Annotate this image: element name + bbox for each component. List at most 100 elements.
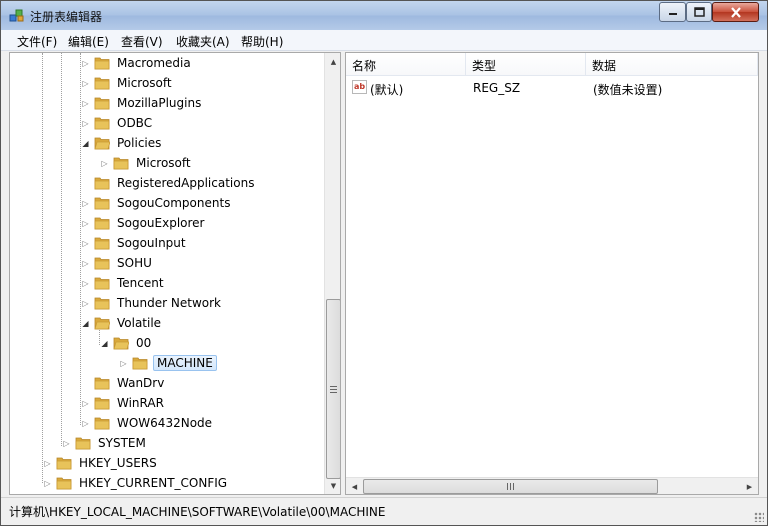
folder-icon bbox=[94, 177, 110, 190]
tree-item[interactable]: ▷ Thunder Network bbox=[80, 293, 223, 313]
registry-tree-pane[interactable]: ▷ Macromedia ▷ Microsoft ▷ MozillaPlugins ▷ ODB… bbox=[9, 52, 341, 495]
value-row[interactable]: ab (默认) REG_SZ (数值未设置) bbox=[346, 77, 758, 99]
menu-favorites[interactable]: 收藏夹(A) bbox=[176, 33, 230, 50]
menu-file[interactable]: 文件(F) bbox=[17, 33, 57, 50]
tree-item[interactable]: ▷ Microsoft bbox=[99, 153, 193, 173]
registry-values-pane[interactable]: 名称 类型 数据 ab (默认) REG_SZ (数值未设置) ◀ ▶ bbox=[345, 52, 759, 495]
tree-item[interactable]: ▷ Microsoft bbox=[80, 73, 174, 93]
collapse-arrow-icon[interactable]: ◢ bbox=[80, 318, 91, 329]
resize-grip-icon[interactable] bbox=[754, 512, 764, 522]
folder-icon bbox=[94, 377, 110, 390]
menu-view[interactable]: 查看(V) bbox=[121, 33, 163, 50]
value-data: (数值未设置) bbox=[593, 83, 663, 97]
tree-item[interactable]: ▷ WinRAR bbox=[80, 393, 166, 413]
tree-item[interactable]: ▷ SogouInput bbox=[80, 233, 188, 253]
status-bar: 计算机\HKEY_LOCAL_MACHINE\SOFTWARE\Volatile… bbox=[1, 497, 767, 525]
expand-arrow-icon[interactable]: ▷ bbox=[80, 278, 91, 289]
tree-item-label: SYSTEM bbox=[98, 436, 146, 450]
tree-item-label: MozillaPlugins bbox=[117, 96, 202, 110]
folder-icon bbox=[94, 397, 110, 410]
close-icon bbox=[730, 6, 741, 18]
column-header-name[interactable]: 名称 bbox=[346, 53, 466, 76]
folder-icon bbox=[132, 357, 148, 370]
tree-item[interactable]: ◢ 00 bbox=[99, 333, 153, 353]
tree-item-label: RegisteredApplications bbox=[117, 176, 255, 190]
menu-bar: 文件(F) 编辑(E) 查看(V) 收藏夹(A) 帮助(H) bbox=[1, 30, 767, 51]
expand-arrow-icon[interactable]: ▷ bbox=[61, 438, 72, 449]
main-content: ▷ Macromedia ▷ Microsoft ▷ MozillaPlugins ▷ ODB… bbox=[1, 51, 767, 496]
tree-item[interactable]: ▷ SOHU bbox=[80, 253, 154, 273]
folder-icon bbox=[113, 157, 129, 170]
tree-item[interactable]: RegisteredApplications bbox=[80, 173, 256, 193]
expand-arrow-icon[interactable]: ▷ bbox=[42, 458, 53, 469]
column-header-data[interactable]: 数据 bbox=[586, 53, 758, 76]
close-button[interactable] bbox=[712, 2, 759, 22]
tree-item[interactable]: ▷ HKEY_CURRENT_CONFIG bbox=[42, 473, 229, 493]
tree-item-label: MACHINE bbox=[153, 355, 217, 371]
expand-arrow-icon[interactable]: ▷ bbox=[80, 238, 91, 249]
registry-editor-icon bbox=[9, 9, 24, 22]
folder-icon bbox=[94, 97, 110, 110]
folder-icon bbox=[113, 337, 129, 350]
values-horizontal-scrollbar[interactable]: ◀ ▶ bbox=[346, 477, 758, 494]
tree-item-label: WOW6432Node bbox=[117, 416, 213, 430]
expand-arrow-icon[interactable]: ▷ bbox=[80, 58, 91, 69]
tree-item[interactable]: ▷ WOW6432Node bbox=[80, 413, 214, 433]
tree-item[interactable]: WanDrv bbox=[80, 373, 166, 393]
expand-arrow-icon[interactable]: ▷ bbox=[80, 398, 91, 409]
tree-item[interactable]: ▷ ODBC bbox=[80, 113, 154, 133]
folder-icon bbox=[75, 437, 91, 450]
expand-arrow-icon[interactable]: ▷ bbox=[80, 418, 91, 429]
expand-arrow-icon[interactable]: ▷ bbox=[80, 198, 91, 209]
title-bar[interactable]: 注册表编辑器 bbox=[1, 1, 767, 30]
tree-item[interactable]: ▷ SogouComponents bbox=[80, 193, 232, 213]
column-header-type[interactable]: 类型 bbox=[466, 53, 586, 76]
tree-item-label: WanDrv bbox=[117, 376, 165, 390]
tree-item[interactable]: ▷ MozillaPlugins bbox=[80, 93, 203, 113]
menu-help[interactable]: 帮助(H) bbox=[241, 33, 283, 50]
scroll-left-arrow-icon[interactable]: ◀ bbox=[346, 478, 363, 494]
folder-icon bbox=[94, 217, 110, 230]
tree-item[interactable]: ▷ HKEY_USERS bbox=[42, 453, 159, 473]
tree-item-label: Policies bbox=[117, 136, 162, 150]
tree-item-label: Thunder Network bbox=[117, 296, 221, 310]
expand-arrow-icon[interactable]: ▷ bbox=[80, 218, 91, 229]
scroll-up-arrow-icon[interactable]: ▲ bbox=[325, 53, 340, 70]
expand-arrow-icon[interactable]: ▷ bbox=[118, 358, 129, 369]
tree-item[interactable]: ▷ MACHINE bbox=[118, 353, 217, 373]
scroll-down-arrow-icon[interactable]: ▼ bbox=[325, 477, 340, 494]
expand-arrow-icon[interactable]: ▷ bbox=[42, 478, 53, 489]
tree-vertical-scrollbar[interactable]: ▲ ▼ bbox=[324, 53, 340, 494]
tree-item[interactable]: ◢ Policies bbox=[80, 133, 163, 153]
scroll-right-arrow-icon[interactable]: ▶ bbox=[741, 478, 758, 494]
expand-arrow-icon[interactable]: ▷ bbox=[99, 158, 110, 169]
folder-icon bbox=[94, 117, 110, 130]
maximize-icon bbox=[693, 7, 705, 17]
tree-item[interactable]: ▷ Tencent bbox=[80, 273, 166, 293]
folder-icon bbox=[94, 197, 110, 210]
expand-arrow-icon[interactable]: ▷ bbox=[80, 98, 91, 109]
tree-item-label: ODBC bbox=[117, 116, 153, 130]
menu-edit[interactable]: 编辑(E) bbox=[68, 33, 109, 50]
expand-arrow-icon[interactable]: ▷ bbox=[80, 78, 91, 89]
values-scroll-thumb[interactable] bbox=[363, 479, 658, 494]
tree-scroll-thumb[interactable] bbox=[326, 299, 340, 479]
folder-icon bbox=[94, 237, 110, 250]
tree-item[interactable]: ◢ Volatile bbox=[80, 313, 163, 333]
tree-item[interactable]: ▷ Macromedia bbox=[80, 53, 193, 73]
status-path: 计算机\HKEY_LOCAL_MACHINE\SOFTWARE\Volatile… bbox=[9, 505, 386, 519]
expand-arrow-icon[interactable]: ▷ bbox=[80, 258, 91, 269]
tree-item[interactable]: ▷ SogouExplorer bbox=[80, 213, 207, 233]
folder-icon bbox=[94, 137, 110, 150]
expand-arrow-icon[interactable]: ▷ bbox=[80, 118, 91, 129]
maximize-button[interactable] bbox=[686, 2, 712, 22]
tree-item[interactable]: ▷ SYSTEM bbox=[61, 433, 148, 453]
collapse-arrow-icon[interactable]: ◢ bbox=[99, 338, 110, 349]
minimize-button[interactable] bbox=[659, 2, 686, 22]
expand-arrow-icon[interactable]: ▷ bbox=[80, 298, 91, 309]
folder-icon bbox=[94, 277, 110, 290]
collapse-arrow-icon[interactable]: ◢ bbox=[80, 138, 91, 149]
folder-icon bbox=[56, 457, 72, 470]
registry-editor-window: 注册表编辑器 文件(F) 编辑(E) 查看(V) 收藏夹(A) 帮助(H) ▷ M… bbox=[0, 0, 768, 526]
